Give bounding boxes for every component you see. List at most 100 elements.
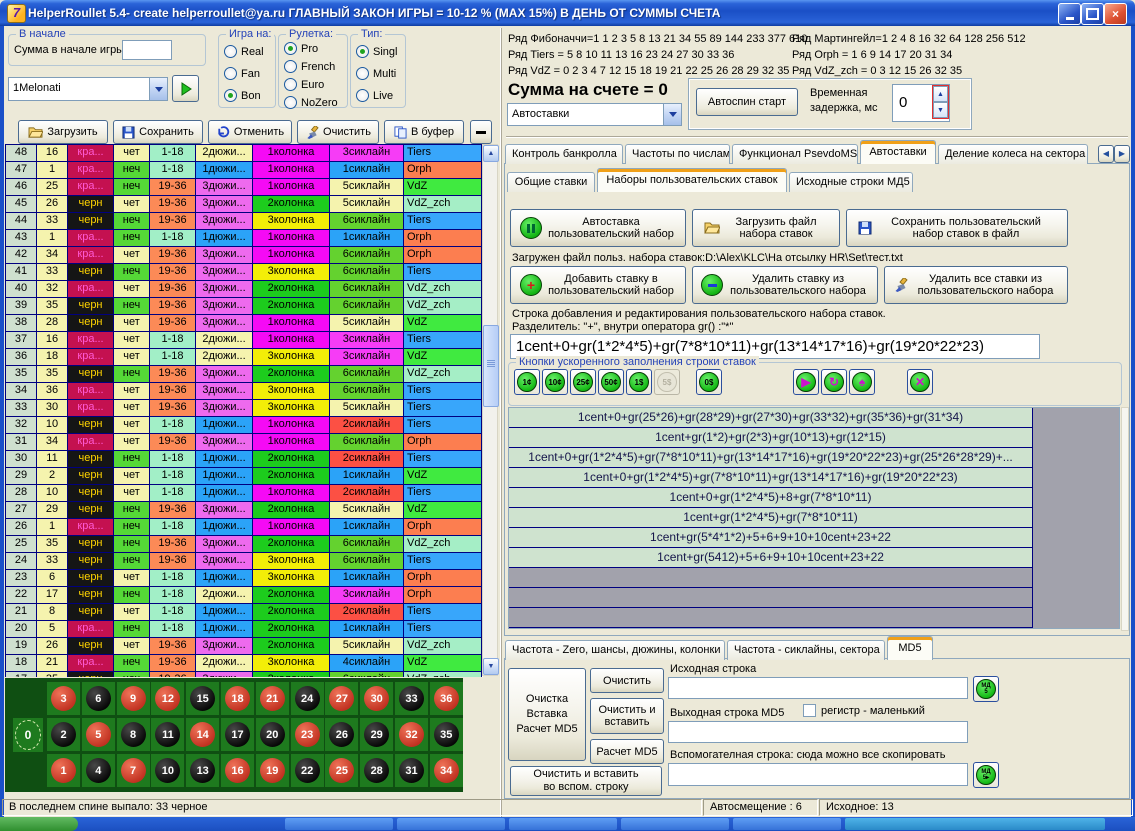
radio-bullet-icon[interactable]	[356, 89, 369, 102]
bet-string-row[interactable]: 1cent+0+gr(1*2*4*5)+gr(7*8*10*11)+gr(13*…	[509, 448, 1033, 468]
board-cell-30[interactable]: 30	[360, 682, 393, 715]
table-row[interactable]: 431кра...неч1-181дюжи...1колонка1сиклайн…	[6, 230, 482, 247]
table-row[interactable]: 1821кра...неч19-362дюжи...3колонка4сикла…	[6, 655, 482, 672]
bet-empty-row[interactable]	[509, 568, 1033, 588]
coin-button-50¢[interactable]: 50¢	[598, 369, 624, 395]
board-cell-7[interactable]: 7	[117, 754, 150, 787]
tab-Исходные строки МД5[interactable]: Исходные строки МД5	[789, 172, 913, 192]
copy-buffer-button[interactable]: В буфер	[384, 120, 464, 144]
md5-all-button[interactable]: Очистка Вставка Расчет MD5	[508, 668, 586, 761]
spins-table-scrollbar[interactable]: ▲ ▼	[482, 144, 498, 676]
taskbar-button[interactable]	[285, 818, 393, 830]
radio-Multi[interactable]: Multi	[356, 67, 405, 80]
radio-bullet-icon[interactable]	[284, 96, 297, 109]
board-cell-6[interactable]: 6	[82, 682, 115, 715]
autobets-combobox[interactable]: Автоставки	[507, 103, 682, 126]
quick-suit-button[interactable]: ♠	[849, 369, 875, 395]
board-cell-13[interactable]: 13	[186, 754, 219, 787]
board-cell-8[interactable]: 8	[117, 718, 150, 751]
board-cell-32[interactable]: 32	[395, 718, 428, 751]
board-cell-18[interactable]: 18	[221, 682, 254, 715]
radio-bullet-icon[interactable]	[356, 45, 369, 58]
table-row[interactable]: 3716кра...чет1-182дюжи...1колонка3сиклай…	[6, 332, 482, 349]
table-row[interactable]: 3436кра...чет19-363дюжи...3колонка6сикла…	[6, 383, 482, 400]
board-cell-34[interactable]: 34	[430, 754, 463, 787]
table-row[interactable]: 4625кра...неч19-363дюжи...1колонка5сикла…	[6, 179, 482, 196]
board-cell-15[interactable]: 15	[186, 682, 219, 715]
delete-bet-button[interactable]: Удалить ставку из пользовательского набо…	[692, 266, 878, 304]
board-cell-36[interactable]: 36	[430, 682, 463, 715]
taskbar-button[interactable]	[621, 818, 729, 830]
board-zero-cell[interactable]: 0	[13, 718, 43, 752]
board-cell-21[interactable]: 21	[256, 682, 289, 715]
close-button[interactable]: ×	[1104, 3, 1127, 25]
start-sum-input[interactable]	[122, 40, 172, 60]
radio-Euro[interactable]: Euro	[284, 78, 347, 91]
scrollbar-thumb[interactable]	[483, 325, 499, 407]
board-cell-3[interactable]: 3	[47, 682, 80, 715]
board-cell-1[interactable]: 1	[47, 754, 80, 787]
table-row[interactable]: 4032кра...чет19-363дюжи...2колонка6сикла…	[6, 281, 482, 298]
table-row[interactable]: 3011черннеч1-181дюжи...2колонка2сиклайнT…	[6, 451, 482, 468]
table-row[interactable]: 3935черннеч19-363дюжи...2колонка6сиклайн…	[6, 298, 482, 315]
md5-clear-paste-aux-button[interactable]: Очистить и вставить во вспом. строку	[510, 766, 662, 796]
table-row[interactable]: 2535черннеч19-363дюжи...2колонка6сиклайн…	[6, 536, 482, 553]
table-row[interactable]: 2810чернчет1-181дюжи...1колонка2сиклайнT…	[6, 485, 482, 502]
load-button[interactable]: Загрузить	[18, 120, 108, 144]
radio-bullet-icon[interactable]	[356, 67, 369, 80]
tabs-scroll-left-button[interactable]: ◀	[1098, 145, 1114, 163]
delete-all-bets-button[interactable]: Удалить все ставки из пользовательского …	[884, 266, 1068, 304]
table-row[interactable]: 218чернчет1-181дюжи...2колонка2сиклайнTi…	[6, 604, 482, 621]
table-row[interactable]: 4133черннеч19-363дюжи...3колонка6сиклайн…	[6, 264, 482, 281]
radio-Pro[interactable]: Pro	[284, 42, 347, 55]
tab-Автоставки[interactable]: Автоставки	[860, 140, 936, 164]
md5-source-calc-button[interactable]: МД5	[973, 676, 999, 702]
md5-source-input[interactable]	[668, 677, 968, 699]
tab-Частота - Zero, шансы, дюжины, колонки[interactable]: Частота - Zero, шансы, дюжины, колонки	[505, 640, 725, 660]
quick-repeat-button[interactable]: ↻	[821, 369, 847, 395]
board-cell-16[interactable]: 16	[221, 754, 254, 787]
minimize-button[interactable]	[1058, 3, 1081, 25]
radio-NoZero[interactable]: NoZero	[284, 96, 347, 109]
table-row[interactable]: 2433черннеч19-363дюжи...3колонка6сиклайн…	[6, 553, 482, 570]
radio-Fan[interactable]: Fan	[224, 67, 275, 80]
quick-play-button[interactable]: ▶	[793, 369, 819, 395]
autobets-combobox-button[interactable]	[663, 104, 681, 125]
table-row[interactable]: 4234кра...чет19-363дюжи...1колонка6сикла…	[6, 247, 482, 264]
tab-Контроль банкролла[interactable]: Контроль банкролла	[505, 144, 623, 164]
bet-empty-row[interactable]	[509, 608, 1033, 628]
radio-Bon[interactable]: Bon	[224, 89, 275, 102]
tab-Частоты по числам[interactable]: Частоты по числам	[625, 144, 730, 164]
delay-spin-buttons[interactable]: ▲ ▼	[933, 86, 948, 118]
coin-button-1$[interactable]: 1$	[626, 369, 652, 395]
add-bet-button[interactable]: + Добавить ставку в пользовательский наб…	[510, 266, 686, 304]
radio-French[interactable]: French	[284, 60, 347, 73]
md5-aux-calc-button[interactable]: МД5▸	[973, 762, 999, 788]
table-row[interactable]: 3828чернчет19-363дюжи...1колонка5сиклайн…	[6, 315, 482, 332]
bets-list[interactable]: 1cent+0+gr(25*26)+gr(28*29)+gr(27*30)+gr…	[508, 407, 1120, 629]
tab-Общие ставки[interactable]: Общие ставки	[507, 172, 595, 192]
spin-down-icon[interactable]: ▼	[933, 102, 948, 118]
taskbar[interactable]	[0, 817, 1135, 831]
bet-string-row[interactable]: 1cent+gr(1*2)+gr(2*3)+gr(10*13)+gr(12*15…	[509, 428, 1033, 448]
bets-list-scroll-strip[interactable]	[1121, 407, 1129, 631]
radio-Singl[interactable]: Singl	[356, 45, 405, 58]
tab-MD5[interactable]: MD5	[887, 636, 933, 660]
table-row[interactable]: 2217черннеч1-182дюжи...2колонка3сиклайнO…	[6, 587, 482, 604]
board-cell-4[interactable]: 4	[82, 754, 115, 787]
tab-Частота - сиклайны, сектора[interactable]: Частота - сиклайны, сектора	[727, 640, 885, 660]
start-button[interactable]	[0, 817, 78, 831]
maximize-button[interactable]	[1081, 3, 1104, 25]
board-cell-14[interactable]: 14	[186, 718, 219, 751]
radio-Live[interactable]: Live	[356, 89, 405, 102]
board-cell-27[interactable]: 27	[325, 682, 358, 715]
autobet-set-button[interactable]: Автоставка пользовательский набор	[510, 209, 686, 247]
table-row[interactable]: 4526чернчет19-363дюжи...2колонка5сиклайн…	[6, 196, 482, 213]
md5-clear-paste-button[interactable]: Очистить и вставить	[590, 698, 664, 734]
autospin-button[interactable]: Автоспин старт	[696, 88, 798, 116]
md5-clear-button[interactable]: Очистить	[590, 668, 664, 693]
save-set-file-button[interactable]: Сохранить пользовательский набор ставок …	[846, 209, 1068, 247]
board-cell-35[interactable]: 35	[430, 718, 463, 751]
run-preset-button[interactable]	[172, 75, 199, 102]
coin-button-10¢[interactable]: 10¢	[542, 369, 568, 395]
